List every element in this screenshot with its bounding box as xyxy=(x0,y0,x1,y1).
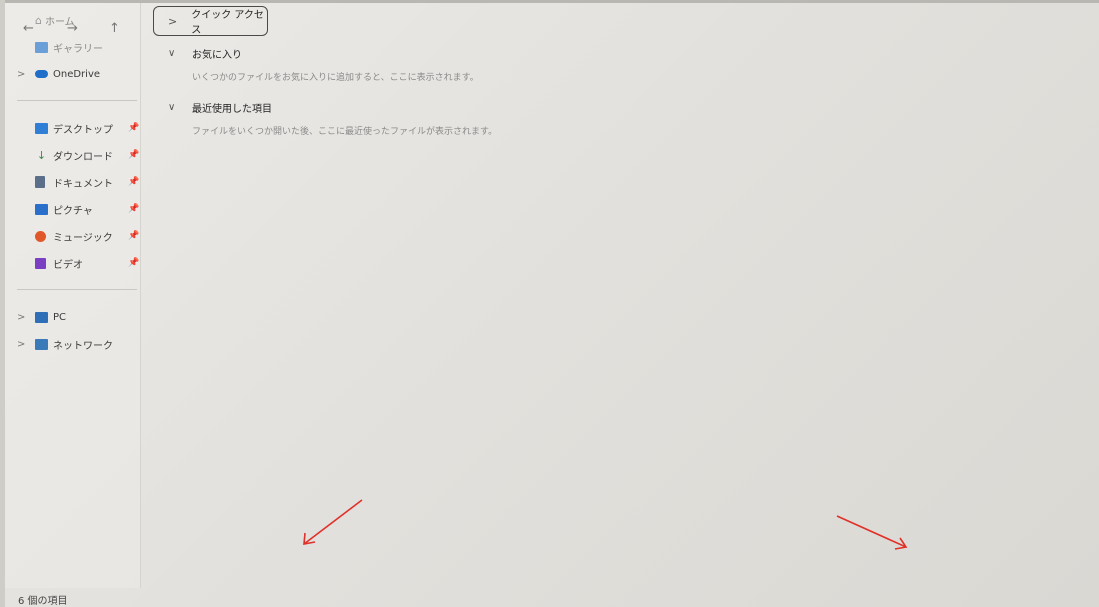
sidebar-item-label: OneDrive xyxy=(53,68,101,80)
chevron-down-icon[interactable]: ∨ xyxy=(168,48,192,59)
pin-icon[interactable]: 📌 xyxy=(128,231,139,241)
desktop-icon xyxy=(35,122,48,134)
chevron-right-icon[interactable]: > xyxy=(168,15,177,28)
sidebar-item-pictures[interactable]: ピクチャ 📌 xyxy=(35,200,145,218)
pin-icon[interactable]: 📌 xyxy=(128,123,139,133)
favorites-empty-message: いくつかのファイルをお気に入りに追加すると、ここに表示されます。 xyxy=(192,73,479,83)
sidebar-item-label: ダウンロード xyxy=(53,151,113,163)
up-button[interactable]: ↑ xyxy=(109,21,120,36)
sidebar-item-label: ビデオ xyxy=(53,259,83,271)
sidebar-item-onedrive[interactable]: > OneDrive xyxy=(17,65,137,83)
sidebar-item-music[interactable]: ミュージック 📌 xyxy=(35,227,145,245)
file-explorer-window: ⌂ ホーム ← → ↑ ギャラリー > OneDrive デスクトップ 📌 ↓ … xyxy=(0,0,1099,607)
sidebar-item-documents[interactable]: ドキュメント 📌 xyxy=(35,173,145,191)
onedrive-cloud-icon xyxy=(35,70,48,78)
document-icon xyxy=(35,176,45,188)
sidebar-item-downloads[interactable]: ↓ ダウンロード 📌 xyxy=(35,146,145,164)
main-content-pane: > クイック アクセス ∨ お気に入り いくつかのファイルをお気に入りに追加する… xyxy=(140,3,1099,588)
recent-empty-message: ファイルをいくつか開いた後、ここに最近使ったファイルが表示されます。 xyxy=(192,127,498,137)
recent-section-header[interactable]: ∨ 最近使用した項目 xyxy=(168,100,272,115)
pin-icon[interactable]: 📌 xyxy=(128,150,139,160)
chevron-down-icon[interactable]: ∨ xyxy=(168,102,192,113)
quick-access-label: クイック アクセス xyxy=(191,10,264,36)
sidebar-item-pc[interactable]: > PC xyxy=(17,308,137,326)
pin-icon[interactable]: 📌 xyxy=(128,177,139,187)
annotation-arrow-down-right xyxy=(836,515,908,550)
favorites-section-header[interactable]: ∨ お気に入り xyxy=(168,46,242,61)
sidebar-item-label: ネットワーク xyxy=(53,340,113,352)
chevron-right-icon[interactable]: > xyxy=(17,312,25,323)
navigation-pane: ⌂ ホーム ← → ↑ ギャラリー > OneDrive デスクトップ 📌 ↓ … xyxy=(5,3,141,588)
gallery-icon xyxy=(35,41,48,53)
chevron-right-icon[interactable]: > xyxy=(17,339,25,350)
sidebar-item-network[interactable]: > ネットワーク xyxy=(17,335,137,353)
favorites-heading: お気に入り xyxy=(192,50,242,61)
download-icon: ↓ xyxy=(36,148,47,162)
forward-button[interactable]: → xyxy=(67,21,78,36)
sidebar-item-label: PC xyxy=(53,311,67,323)
annotation-arrow-down-left xyxy=(303,499,363,545)
sidebar-item-label: ギャラリー xyxy=(53,43,103,55)
recent-heading: 最近使用した項目 xyxy=(192,104,272,115)
sidebar-item-label: ミュージック xyxy=(53,232,113,244)
sidebar-item-gallery[interactable]: ギャラリー xyxy=(35,38,103,56)
sidebar-item-label: ピクチャ xyxy=(53,205,93,217)
video-icon xyxy=(35,257,46,269)
sidebar-divider xyxy=(17,289,137,290)
network-icon xyxy=(35,338,48,350)
back-button[interactable]: ← xyxy=(23,21,34,36)
pin-icon[interactable]: 📌 xyxy=(128,204,139,214)
sidebar-item-label: ドキュメント xyxy=(53,178,113,190)
sidebar-item-label: デスクトップ xyxy=(53,124,113,136)
quick-access-header[interactable]: > クイック アクセス xyxy=(153,6,268,36)
status-bar-item-count: 6 個の項目 xyxy=(18,596,68,607)
pictures-icon xyxy=(35,203,48,215)
pc-icon xyxy=(35,311,48,323)
music-icon xyxy=(35,230,46,242)
pin-icon[interactable]: 📌 xyxy=(128,258,139,268)
sidebar-item-desktop[interactable]: デスクトップ 📌 xyxy=(35,119,145,137)
sidebar-item-videos[interactable]: ビデオ 📌 xyxy=(35,254,145,272)
chevron-right-icon[interactable]: > xyxy=(17,69,25,80)
sidebar-divider xyxy=(17,100,137,101)
